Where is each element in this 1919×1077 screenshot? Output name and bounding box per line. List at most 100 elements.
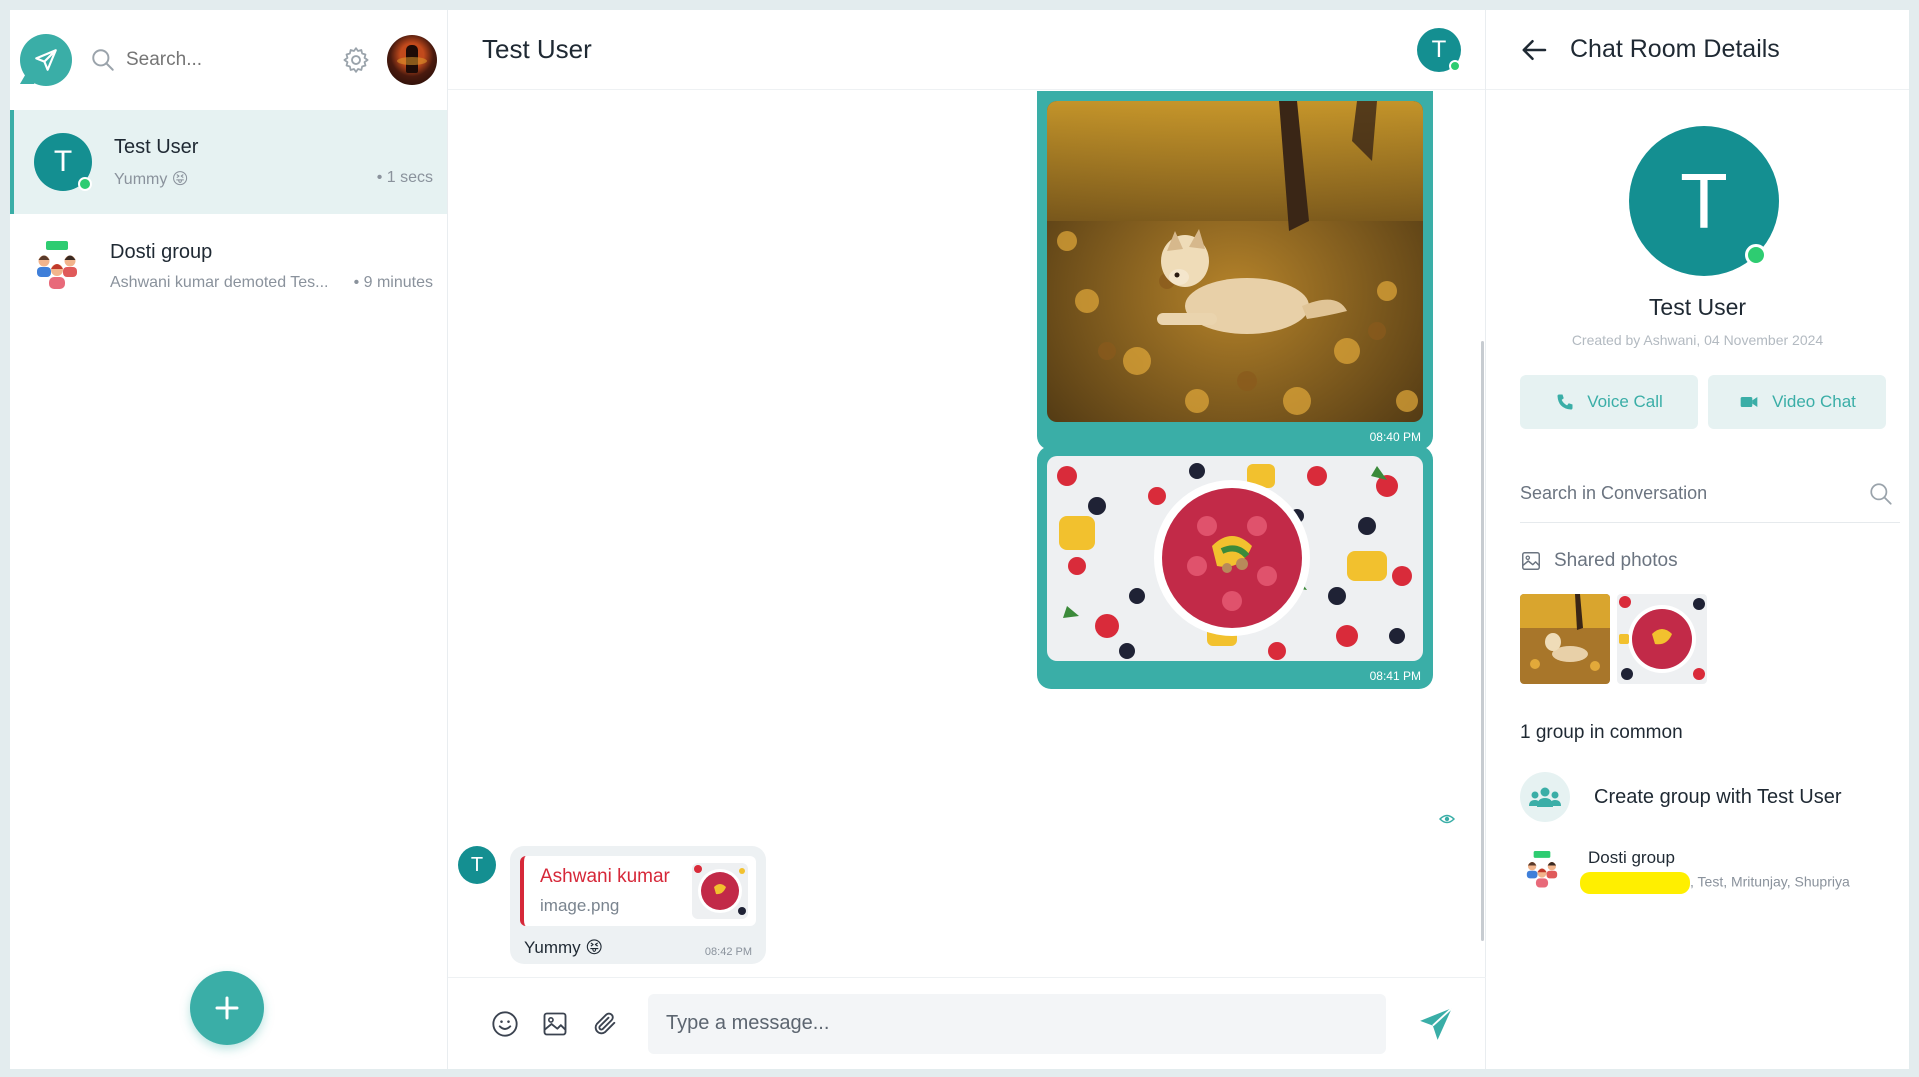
online-indicator — [78, 177, 92, 191]
common-group-name: Dosti group — [1588, 848, 1675, 867]
chat-meta: Dosti group Ashwani kumar demoted Tes...… — [110, 241, 433, 292]
sidebar: T Test User Yummy 😝 • 1 secs — [10, 10, 448, 1069]
gear-icon — [343, 47, 369, 73]
video-camera-icon — [1740, 397, 1758, 407]
scrollbar[interactable] — [1481, 341, 1484, 941]
chat-name: Test User — [114, 135, 199, 158]
message-time: 08:41 PM — [1369, 669, 1421, 683]
app-logo[interactable] — [20, 34, 72, 86]
image-icon — [1522, 552, 1540, 570]
details-created-info: Created by Ashwani, 04 November 2024 — [1571, 332, 1824, 348]
image-upload-button[interactable] — [538, 1007, 572, 1041]
chat-header: Test User T — [448, 10, 1485, 90]
attach-button[interactable] — [588, 1007, 622, 1041]
chat-name: Dosti group — [110, 240, 213, 263]
chat-last-message: Ashwani kumar demoted Tes... — [110, 273, 329, 291]
details-title: Chat Room Details — [1570, 35, 1780, 63]
paperclip-icon — [594, 1012, 616, 1034]
chat-subline: Ashwani kumar demoted Tes... • 9 minutes — [110, 274, 433, 292]
new-chat-button[interactable] — [190, 971, 264, 1045]
avatar-letter: T — [53, 145, 73, 178]
shared-photo-fruit-bowl[interactable] — [1617, 594, 1707, 684]
smiley-icon — [492, 1010, 518, 1037]
chat-last-message: Yummy 😝 — [114, 170, 189, 188]
call-actions: Voice Call Video Chat — [1520, 375, 1886, 429]
chat-title: Test User — [482, 34, 592, 64]
message-input[interactable] — [666, 1012, 1368, 1035]
search-icon — [92, 49, 114, 71]
common-group-meta: Dosti group , Test, Mritunjay, Shupriya — [1564, 848, 1850, 894]
plus-icon — [215, 996, 239, 1020]
shared-photos-label: Shared photos — [1554, 550, 1678, 571]
conversation-search — [1520, 465, 1900, 523]
settings-button[interactable] — [339, 43, 373, 77]
shared-photos-grid — [1520, 594, 1707, 684]
shared-photos-heading: Shared photos — [1520, 550, 1678, 572]
common-group-members: , Test, Mritunjay, Shupriya — [1580, 872, 1850, 894]
group-icon — [1520, 772, 1570, 822]
chat-time: • 9 minutes — [353, 273, 433, 291]
emoji-button[interactable] — [488, 1007, 522, 1041]
image-icon — [543, 1012, 567, 1035]
details-header: Chat Room Details — [1486, 10, 1909, 90]
paper-plane-icon — [35, 49, 57, 71]
chat-time: • 1 secs — [376, 168, 433, 186]
conversation-search-input[interactable] — [1520, 483, 1868, 504]
phone-icon — [1557, 394, 1573, 410]
sidebar-header — [10, 10, 447, 110]
video-chat-button[interactable]: Video Chat — [1708, 375, 1886, 429]
message-bubble[interactable]: Ashwani kumar image.png Yummy 😝 08:42 PM — [510, 846, 766, 964]
chat-panel: Test User T 08:40 PM 08:41 PM T Ashwani … — [448, 10, 1486, 1069]
group-avatar-icon — [28, 237, 86, 295]
common-group-item[interactable]: Dosti group , Test, Mritunjay, Shupriya — [1520, 848, 1850, 894]
reply-sender-name: Ashwani kumar — [540, 866, 670, 887]
common-group-members-text: , Test, Mritunjay, Shupriya — [1690, 873, 1850, 890]
profile-avatar[interactable] — [387, 35, 437, 85]
search-icon[interactable] — [1868, 481, 1894, 507]
redaction-highlight — [1580, 872, 1690, 894]
group-avatar-icon — [1520, 848, 1564, 892]
image-message[interactable]: 08:41 PM — [1037, 446, 1433, 689]
voice-call-label: Voice Call — [1587, 392, 1663, 411]
chat-item-dosti-group[interactable]: Dosti group Ashwani kumar demoted Tes...… — [10, 214, 447, 318]
search-input[interactable] — [126, 49, 296, 71]
sender-avatar: T — [458, 846, 496, 884]
message-input-wrapper — [648, 993, 1386, 1054]
online-indicator — [1745, 244, 1767, 266]
avatar: T — [34, 133, 92, 191]
chat-room-details: Chat Room Details T Test User Created by… — [1486, 10, 1909, 1069]
shared-photo-dog[interactable] — [1520, 594, 1610, 684]
reply-text: Ashwani kumar image.png — [540, 866, 692, 916]
reply-file-name: image.png — [540, 896, 620, 915]
send-icon — [1420, 1006, 1453, 1040]
seen-eye-icon — [1439, 814, 1455, 824]
avatar-letter: T — [470, 853, 484, 876]
video-chat-label: Video Chat — [1772, 392, 1856, 411]
message-composer — [448, 977, 1486, 1069]
received-message[interactable]: T Ashwani kumar image.png Yummy 😝 08:42 … — [458, 846, 766, 964]
image-message[interactable]: 08:40 PM — [1037, 91, 1433, 450]
send-button[interactable] — [1416, 1004, 1456, 1044]
groups-in-common-heading: 1 group in common — [1520, 722, 1683, 743]
create-group-label: Create group with Test User — [1594, 785, 1842, 808]
chat-header-avatar[interactable]: T — [1417, 27, 1461, 72]
details-avatar: T — [1629, 126, 1779, 276]
search-box — [90, 47, 339, 73]
app-window: T Test User Yummy 😝 • 1 secs — [10, 10, 1909, 1069]
shared-image-fruit-bowl[interactable] — [1047, 456, 1423, 661]
chat-subline: Yummy 😝 • 1 secs — [114, 169, 433, 189]
details-user-name: Test User — [1648, 294, 1747, 320]
online-indicator — [1449, 59, 1461, 72]
avatar-letter: T — [1680, 156, 1728, 245]
reply-preview[interactable]: Ashwani kumar image.png — [520, 856, 756, 926]
avatar-letter: T — [1431, 35, 1447, 63]
create-group-button[interactable]: Create group with Test User — [1520, 772, 1842, 822]
back-arrow-icon[interactable] — [1520, 35, 1550, 65]
chat-item-test-user[interactable]: T Test User Yummy 😝 • 1 secs — [10, 110, 447, 214]
message-list[interactable]: 08:40 PM 08:41 PM T Ashwani kumar image.… — [448, 91, 1486, 977]
message-text-row: Yummy 😝 08:42 PM — [520, 938, 756, 958]
shared-image-dog[interactable] — [1047, 101, 1423, 422]
chat-meta: Test User Yummy 😝 • 1 secs — [114, 136, 433, 189]
message-text: Yummy 😝 — [524, 938, 604, 957]
voice-call-button[interactable]: Voice Call — [1520, 375, 1698, 429]
